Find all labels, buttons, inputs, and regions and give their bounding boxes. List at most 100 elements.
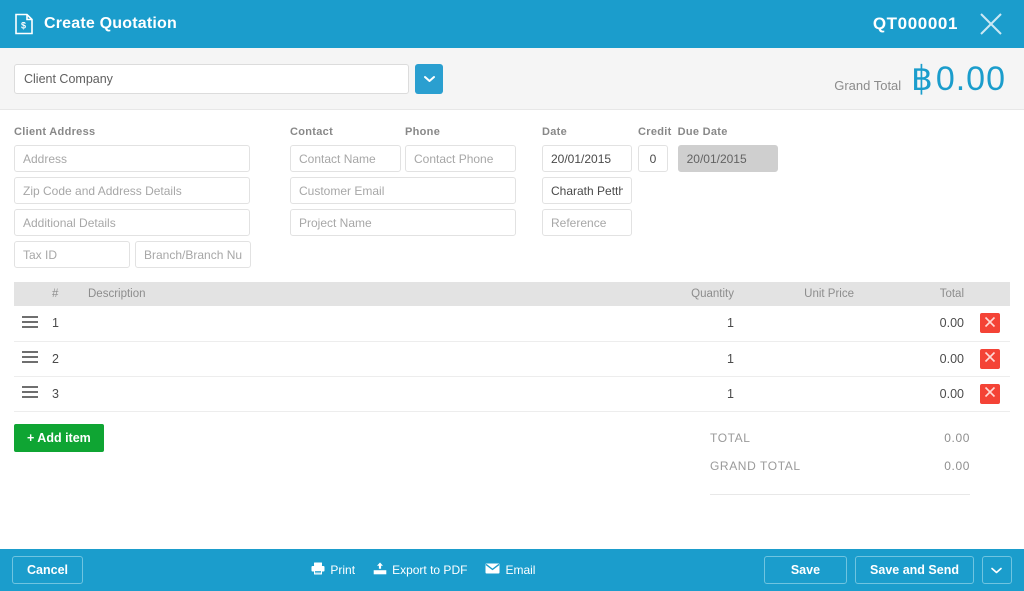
row-description[interactable] <box>80 306 632 342</box>
date-subgroup: Date <box>542 126 632 241</box>
row-number: 1 <box>44 306 80 342</box>
save-options-dropdown-button[interactable] <box>981 556 1012 584</box>
grand-total-amount: ฿0.00 <box>911 62 1006 96</box>
grand-total-display: Grand Total ฿0.00 <box>834 62 1010 96</box>
zip-code-input[interactable] <box>14 177 250 204</box>
totals-separator <box>710 493 970 495</box>
table-row: 1 1 0.00 <box>14 306 1010 342</box>
export-pdf-icon <box>373 562 387 578</box>
row-description[interactable] <box>80 376 632 412</box>
quotation-form: Client Address Contact Phone <box>0 110 1024 274</box>
email-button[interactable]: Email <box>485 563 535 577</box>
export-pdf-label: Export to PDF <box>392 563 468 577</box>
contact-name-input[interactable] <box>290 145 401 172</box>
additional-details-input[interactable] <box>14 209 250 236</box>
page-title: Create Quotation <box>44 15 177 32</box>
row-drag-handle[interactable] <box>14 341 44 377</box>
save-actions-group: Save Save and Send <box>763 556 1012 584</box>
row-description[interactable] <box>80 341 632 377</box>
row-delete-cell <box>972 341 1010 377</box>
save-button[interactable]: Save <box>763 556 848 584</box>
totals-panel: TOTAL 0.00 GRAND TOTAL 0.00 <box>710 424 1010 495</box>
row-total: 0.00 <box>862 306 972 342</box>
client-address-label: Client Address <box>14 126 96 138</box>
row-drag-handle[interactable] <box>14 376 44 412</box>
tax-id-input[interactable] <box>14 241 130 268</box>
credit-input[interactable] <box>638 145 668 172</box>
drag-handle-icon <box>22 386 38 398</box>
row-drag-handle[interactable] <box>14 306 44 342</box>
credit-subgroup: Credit <box>638 126 672 172</box>
header-description: Description <box>80 282 632 306</box>
tax-branch-row <box>14 241 266 268</box>
due-date-subgroup: Due Date <box>677 126 778 172</box>
row-unit-price[interactable] <box>742 376 862 412</box>
table-row: 2 1 0.00 <box>14 341 1010 377</box>
quotation-number: QT000001 <box>872 14 958 33</box>
header-delete-spacer <box>972 282 1010 306</box>
due-date-input <box>677 145 778 172</box>
date-input[interactable] <box>542 145 632 172</box>
delete-row-button[interactable] <box>980 383 1000 404</box>
items-table-head: # Description Quantity Unit Price Total <box>14 282 1010 306</box>
contact-subgroup: Contact <box>290 126 403 177</box>
due-date-label: Due Date <box>677 126 728 138</box>
client-company-input[interactable] <box>14 63 409 94</box>
document-actions-group: Print Export to PDF Email <box>311 562 535 578</box>
drag-handle-icon <box>22 351 38 363</box>
items-footer: + Add item TOTAL 0.00 GRAND TOTAL 0.00 <box>0 412 1024 495</box>
header-unit-price: Unit Price <box>742 282 862 306</box>
row-unit-price[interactable] <box>742 306 862 342</box>
branch-number-input[interactable] <box>135 241 251 268</box>
row-quantity[interactable]: 1 <box>632 341 742 377</box>
row-quantity[interactable]: 1 <box>632 376 742 412</box>
table-row: 3 1 0.00 <box>14 376 1010 412</box>
delete-x-icon <box>983 315 997 332</box>
bottom-action-bar: Cancel Print Export to PDF Email Save Sa… <box>0 549 1024 591</box>
cancel-button[interactable]: Cancel <box>12 556 83 584</box>
row-unit-price[interactable] <box>742 341 862 377</box>
salesperson-input[interactable] <box>542 177 632 204</box>
delete-row-button[interactable] <box>980 348 1000 369</box>
row-number: 3 <box>44 376 80 412</box>
export-pdf-button[interactable]: Export to PDF <box>373 562 467 578</box>
add-item-button[interactable]: + Add item <box>14 423 104 452</box>
print-button[interactable]: Print <box>311 562 355 578</box>
svg-text:$: $ <box>21 21 26 31</box>
save-and-send-button[interactable]: Save and Send <box>855 556 974 584</box>
credit-label: Credit <box>638 126 672 138</box>
drag-handle-icon <box>22 315 38 328</box>
row-number: 2 <box>44 341 80 377</box>
grand-total-row-label: GRAND TOTAL <box>710 458 801 473</box>
address-input[interactable] <box>14 145 250 172</box>
row-total: 0.00 <box>862 341 972 377</box>
customer-email-input[interactable] <box>290 177 516 204</box>
header-quantity: Quantity <box>632 282 742 306</box>
items-table-header-row: # Description Quantity Unit Price Total <box>14 282 1010 306</box>
contact-phone-input[interactable] <box>405 145 516 172</box>
create-quotation-window: $ Create Quotation QT000001 Client Compa… <box>0 0 1024 591</box>
grand-total-label: Grand Total <box>834 77 902 93</box>
chevron-down-icon <box>991 563 1003 577</box>
project-name-input[interactable] <box>290 209 516 236</box>
document-dollar-icon: $ <box>14 13 34 35</box>
header-handle-spacer <box>14 282 44 306</box>
close-icon[interactable] <box>974 7 1008 41</box>
delete-x-icon <box>983 350 997 367</box>
delete-x-icon <box>983 385 997 402</box>
client-company-dropdown-button[interactable] <box>415 63 443 94</box>
envelope-icon <box>485 563 500 577</box>
total-row: TOTAL 0.00 <box>710 424 970 452</box>
grand-total-row-value: 0.00 <box>944 458 970 473</box>
delete-row-button[interactable] <box>980 313 1000 334</box>
client-company-group <box>14 63 443 94</box>
grand-total-row: GRAND TOTAL 0.00 <box>710 452 970 480</box>
items-table: # Description Quantity Unit Price Total … <box>14 282 1010 412</box>
row-total: 0.00 <box>862 376 972 412</box>
row-delete-cell <box>972 376 1010 412</box>
reference-input[interactable] <box>542 209 632 236</box>
titlebar-right-group: QT000001 <box>873 7 1010 41</box>
contact-group: Contact Phone <box>290 126 518 241</box>
row-quantity[interactable]: 1 <box>632 306 742 342</box>
contact-phone-labels-row: Contact Phone <box>290 126 518 177</box>
